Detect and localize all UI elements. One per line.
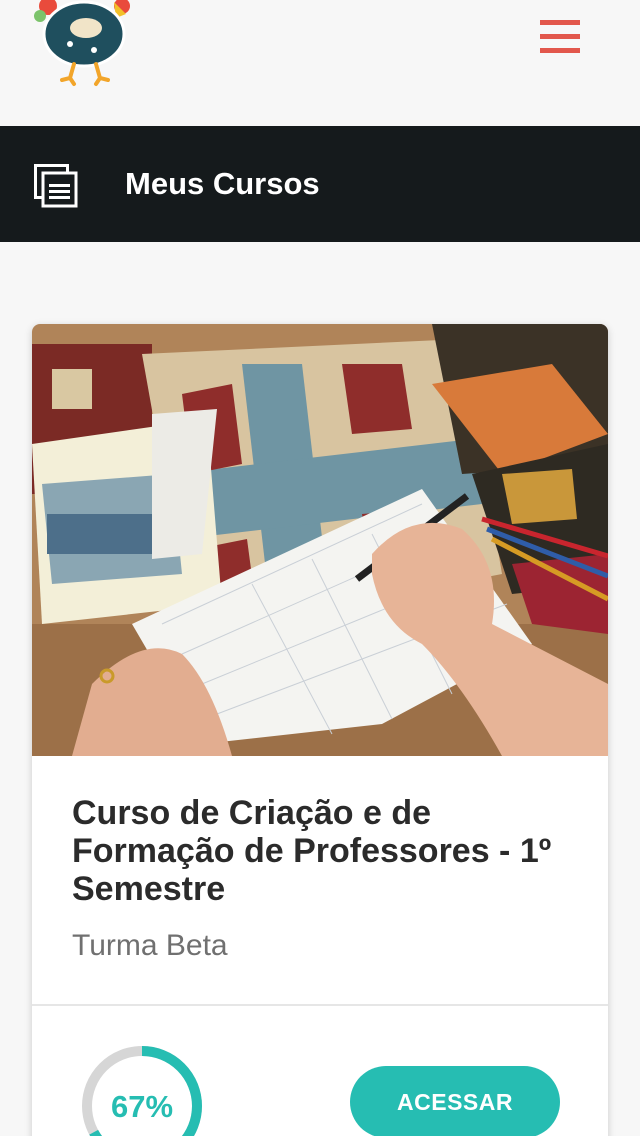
course-cover-image[interactable] [32,324,608,756]
hamburger-menu-icon[interactable] [538,18,582,56]
card-divider [32,1004,608,1006]
courses-list-icon [34,164,78,208]
course-class-name: Turma Beta [72,929,228,962]
rooster-logo-icon[interactable] [30,0,136,88]
menu-line [540,34,580,39]
menu-line [540,48,580,53]
access-course-button[interactable]: ACESSAR [350,1066,560,1136]
menu-line [540,20,580,25]
top-header [0,0,640,126]
course-card[interactable]: Curso de Criação e de Formação de Profes… [32,324,608,1136]
section-header-bar [0,126,640,242]
progress-percent-label: 67% [110,1089,174,1124]
course-title[interactable]: Curso de Criação e de Formação de Profes… [72,794,572,908]
page-title: Meus Cursos [125,166,320,201]
